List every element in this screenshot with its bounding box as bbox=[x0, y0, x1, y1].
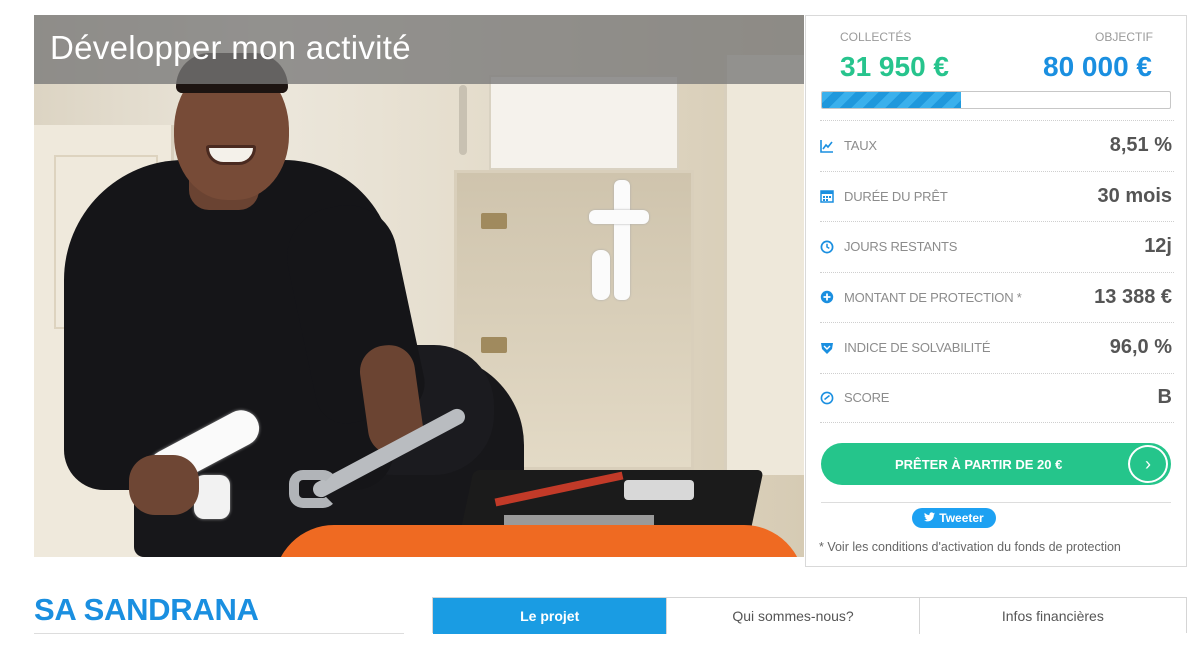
arrow-glyph: › bbox=[1145, 453, 1151, 474]
funding-panel: COLLECTÉS OBJECTIF 31 950 € 80 000 € TAU… bbox=[805, 15, 1187, 567]
tab-infos-financieres[interactable]: Infos financières bbox=[919, 598, 1186, 634]
plumber-hand bbox=[129, 455, 199, 515]
badge-icon bbox=[820, 341, 834, 355]
stat-value: 30 mois bbox=[1097, 184, 1172, 207]
shield-plus-icon bbox=[820, 290, 834, 304]
stat-label: INDICE DE SOLVABILITÉ bbox=[844, 340, 991, 356]
stat-label: JOURS RESTANTS bbox=[844, 239, 958, 255]
stat-row-solvabilite: INDICE DE SOLVABILITÉ 96,0 % bbox=[820, 322, 1174, 373]
stat-value: 12j bbox=[1144, 235, 1172, 258]
gauge-icon bbox=[820, 391, 834, 405]
hinge bbox=[481, 337, 507, 353]
tab-le-projet[interactable]: Le projet bbox=[433, 598, 668, 634]
goal-amount: 80 000 € bbox=[1043, 51, 1152, 82]
funding-progress-bar bbox=[821, 91, 1171, 109]
stat-label: TAUX bbox=[844, 138, 877, 154]
divider bbox=[821, 502, 1171, 503]
protection-footnote: * Voir les conditions d'activation du fo… bbox=[819, 540, 1121, 554]
cabinet-handle bbox=[459, 85, 467, 155]
stat-row-protection: MONTANT DE PROTECTION * 13 388 € bbox=[820, 271, 1174, 323]
wrench-head bbox=[289, 470, 337, 508]
clock-icon bbox=[820, 240, 834, 254]
drain-pipe bbox=[589, 210, 649, 224]
stat-value: B bbox=[1157, 386, 1172, 409]
divider bbox=[34, 633, 404, 634]
company-name: SA SANDRANA bbox=[34, 592, 259, 627]
project-title: Développer mon activité bbox=[50, 29, 411, 66]
stat-row-duree: DURÉE DU PRÊT 30 mois bbox=[820, 170, 1174, 222]
calendar-icon bbox=[820, 189, 834, 203]
tweet-label: Tweeter bbox=[939, 511, 984, 525]
goal-label: OBJECTIF bbox=[1094, 30, 1153, 44]
tab-qui-sommes-nous[interactable]: Qui sommes-nous? bbox=[667, 598, 920, 634]
collected-label: COLLECTÉS bbox=[840, 30, 912, 44]
stat-label: SCORE bbox=[844, 390, 890, 406]
lend-button[interactable]: PRÊTER À PARTIR DE 20 € bbox=[821, 443, 1171, 485]
stat-label: DURÉE DU PRÊT bbox=[844, 188, 948, 204]
pvc-pipe bbox=[194, 475, 230, 519]
toolbox bbox=[274, 525, 804, 557]
right-cabinet-door bbox=[724, 55, 804, 475]
stat-value: 13 388 € bbox=[1094, 285, 1172, 308]
tweet-button[interactable]: Tweeter bbox=[912, 508, 996, 528]
drain-pipe bbox=[614, 180, 630, 300]
stat-row-taux: TAUX 8,51 % bbox=[820, 120, 1174, 171]
chevron-right-icon[interactable]: › bbox=[1128, 445, 1168, 483]
stat-row-jours: JOURS RESTANTS 12j bbox=[820, 221, 1174, 272]
funding-progress-fill bbox=[822, 92, 962, 108]
project-hero-image: Développer mon activité bbox=[34, 15, 804, 557]
drain-pipe bbox=[592, 250, 610, 300]
collected-amount: 31 950 € bbox=[840, 51, 949, 82]
sink bbox=[489, 75, 679, 170]
line-chart-icon bbox=[820, 139, 834, 153]
project-tabs: Le projet Qui sommes-nous? Infos financi… bbox=[432, 597, 1187, 634]
stat-value: 8,51 % bbox=[1109, 134, 1172, 157]
tool bbox=[624, 480, 694, 500]
stat-list: TAUX 8,51 % DURÉE DU PRÊT 30 mois JOURS … bbox=[820, 120, 1174, 423]
hinge bbox=[481, 213, 507, 229]
stat-label: MONTANT DE PROTECTION * bbox=[844, 289, 1022, 305]
stat-value: 96,0 % bbox=[1109, 336, 1172, 359]
stat-row-score: SCORE B bbox=[820, 372, 1174, 423]
twitter-bird-icon bbox=[924, 511, 936, 525]
